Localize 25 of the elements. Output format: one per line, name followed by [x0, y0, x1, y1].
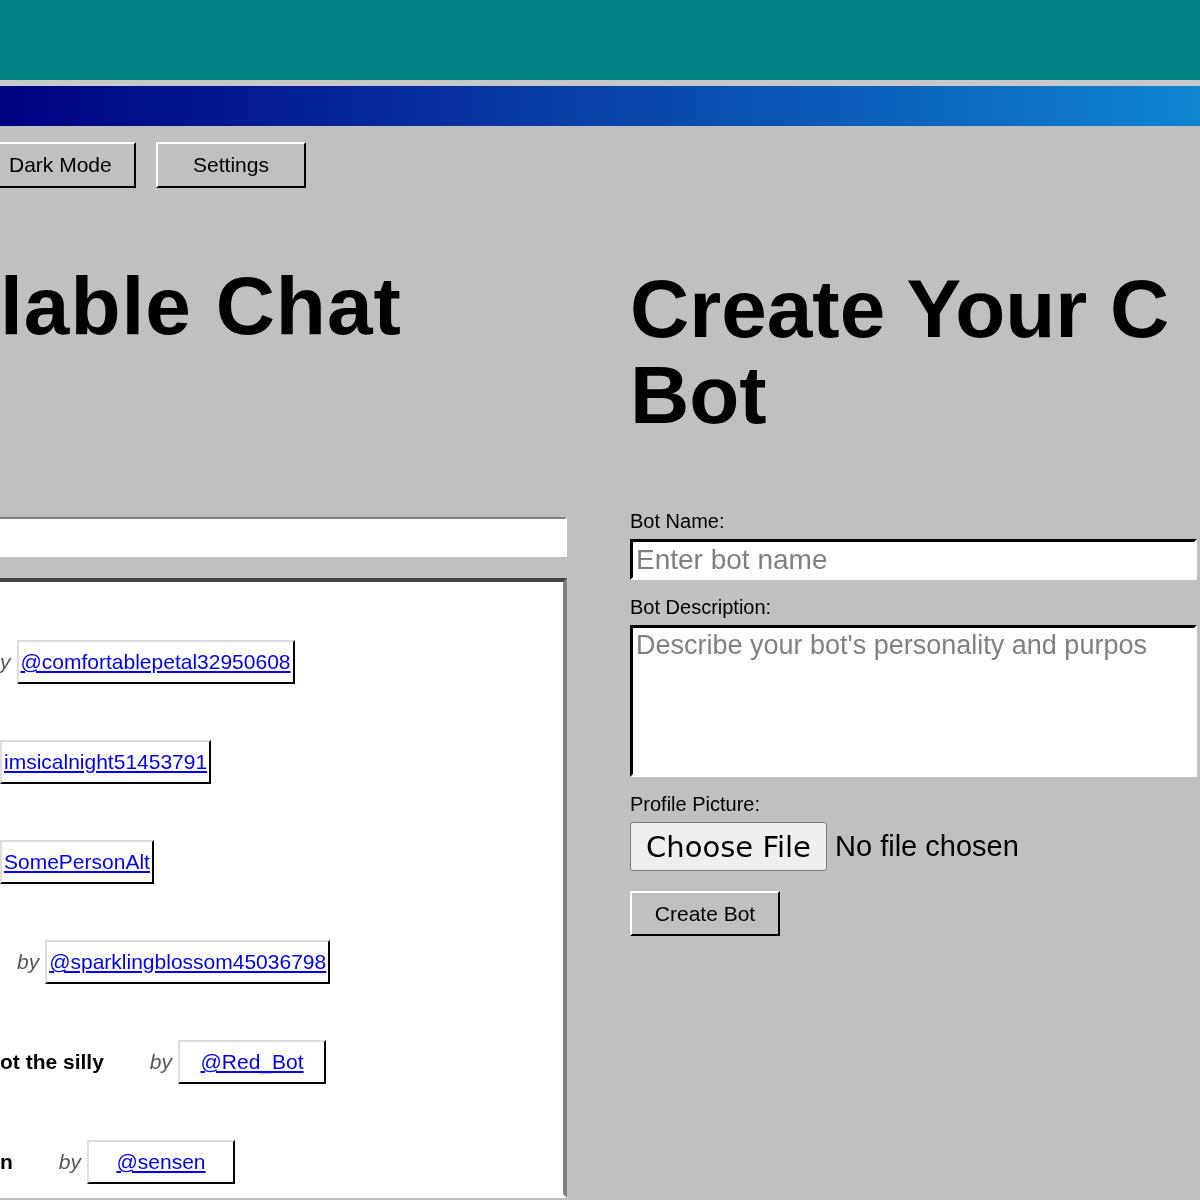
- by-label: by: [149, 1050, 173, 1074]
- section-heading: Bot: [630, 352, 768, 438]
- search-field[interactable]: [0, 517, 567, 557]
- author-link[interactable]: @sparklingblossom45036798: [45, 940, 331, 984]
- author-link[interactable]: @Red_Bot: [178, 1040, 327, 1084]
- description-field[interactable]: Describe your bot's personality and purpos: [630, 625, 1197, 777]
- field-label: Bot Name:: [630, 510, 726, 533]
- choose-file-button[interactable]: Choose File: [630, 822, 827, 871]
- name-field[interactable]: Enter bot name: [630, 539, 1197, 580]
- bot-name: ot the silly: [0, 1050, 104, 1074]
- file-status: No file chosen: [835, 830, 1019, 863]
- bot-name: n: [0, 1150, 13, 1174]
- toolbar-button[interactable]: Dark Mode: [0, 142, 136, 188]
- field-label: Bot Description:: [630, 596, 773, 619]
- section-heading: lable Chat: [0, 266, 403, 346]
- by-label: by: [17, 950, 40, 974]
- toolbar-button[interactable]: Settings: [156, 142, 306, 188]
- author-link[interactable]: @comfortablepetal32950608: [16, 640, 295, 684]
- author-link[interactable]: @sensen: [87, 1140, 235, 1184]
- field-label: Profile Picture:: [630, 793, 762, 816]
- author-link[interactable]: imsicalnight51453791: [0, 740, 212, 784]
- author-link[interactable]: SomePersonAlt: [0, 840, 154, 884]
- create-bot-button[interactable]: Create Bot: [630, 891, 780, 936]
- by-label: by: [58, 1150, 81, 1174]
- section-heading: Create Your C: [630, 266, 1171, 352]
